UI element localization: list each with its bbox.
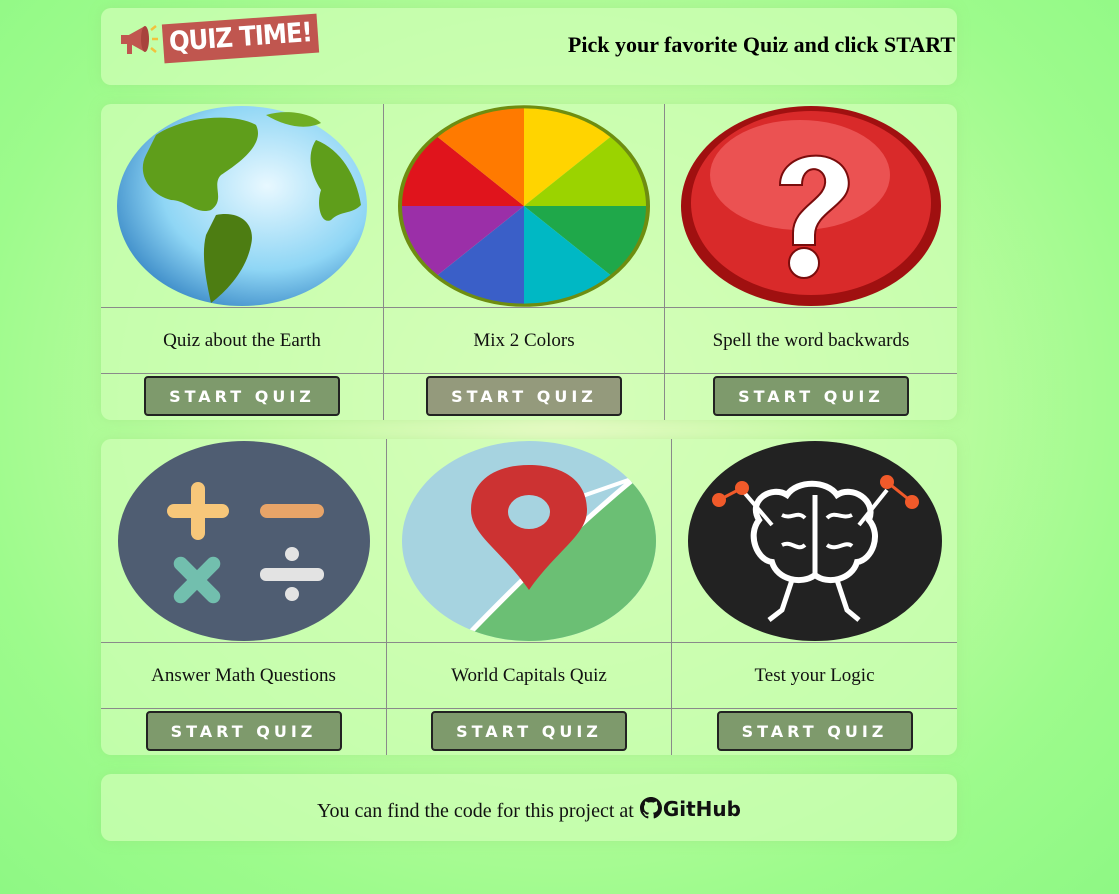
- start-quiz-button-logic[interactable]: START QUIZ: [716, 711, 913, 751]
- button-row: START QUIZ: [384, 373, 664, 422]
- quiz-title: World Capitals Quiz: [387, 642, 671, 709]
- quiz-grid-row-2: Answer Math Questions START QUIZ World C…: [101, 439, 957, 755]
- question-mark-icon: [681, 105, 941, 306]
- logo-text: QUIZ TIME!: [161, 13, 320, 63]
- quiz-image[interactable]: [672, 439, 957, 642]
- button-row: START QUIZ: [672, 708, 957, 757]
- quiz-card-capitals: World Capitals Quiz START QUIZ: [387, 439, 671, 755]
- quiz-image[interactable]: [665, 104, 957, 307]
- footer-message: You can find the code for this project a…: [317, 800, 634, 822]
- quiz-grid-row-1: Quiz about the Earth START QUIZ Mix 2 Co…: [101, 104, 957, 420]
- map-pin-icon: [402, 440, 656, 641]
- quiz-title: Mix 2 Colors: [384, 307, 664, 374]
- quiz-title: Spell the word backwards: [665, 307, 957, 374]
- github-icon: [639, 797, 662, 819]
- button-row: START QUIZ: [101, 373, 383, 422]
- start-quiz-button-earth[interactable]: START QUIZ: [144, 376, 340, 416]
- quiz-card-colors: Mix 2 Colors START QUIZ: [384, 104, 664, 420]
- color-wheel-icon: [398, 104, 650, 307]
- quiz-title: Test your Logic: [672, 642, 957, 709]
- start-quiz-button-capitals[interactable]: START QUIZ: [431, 711, 627, 751]
- button-row: START QUIZ: [101, 708, 386, 757]
- megaphone-icon: [121, 25, 158, 54]
- quiz-card-earth: Quiz about the Earth START QUIZ: [101, 104, 383, 420]
- quiz-card-math: Answer Math Questions START QUIZ: [101, 439, 386, 755]
- start-quiz-button-spell[interactable]: START QUIZ: [713, 376, 909, 416]
- quiz-title: Quiz about the Earth: [101, 307, 383, 374]
- quiz-title: Answer Math Questions: [101, 642, 386, 709]
- quiz-card-spell: Spell the word backwards START QUIZ: [665, 104, 957, 420]
- github-link-label[interactable]: GitHub: [663, 797, 741, 821]
- math-operators-icon: [117, 440, 370, 641]
- brain-icon: [687, 440, 942, 641]
- github-link[interactable]: GitHub: [639, 797, 741, 822]
- button-row: START QUIZ: [665, 373, 957, 422]
- start-quiz-button-math[interactable]: START QUIZ: [145, 711, 342, 751]
- quiz-image[interactable]: [101, 439, 386, 642]
- footer-panel: You can find the code for this project a…: [101, 774, 957, 841]
- page-tagline: Pick your favorite Quiz and click START: [567, 32, 955, 57]
- quiz-time-logo: QUIZ TIME!: [119, 13, 320, 63]
- start-quiz-button-colors[interactable]: START QUIZ: [426, 376, 622, 416]
- quiz-image[interactable]: [387, 439, 671, 642]
- quiz-card-logic: Test your Logic START QUIZ: [672, 439, 957, 755]
- button-row: START QUIZ: [387, 708, 671, 757]
- quiz-image[interactable]: [101, 104, 383, 307]
- globe-icon: [117, 105, 367, 306]
- quiz-image[interactable]: [384, 104, 664, 307]
- header-panel: QUIZ TIME! Pick your favorite Quiz and c…: [101, 8, 957, 85]
- footer-text: You can find the code for this project a…: [101, 796, 957, 823]
